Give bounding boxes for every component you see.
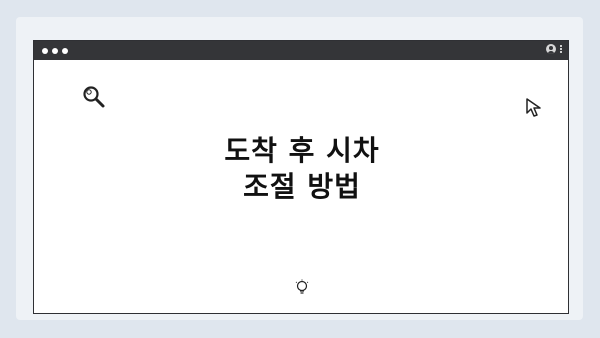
cursor-icon bbox=[526, 98, 541, 117]
page-title-line-2: 조절 방법 bbox=[243, 170, 361, 203]
search-icon bbox=[83, 86, 105, 108]
page-title: 도착 후 시차 조절 방법 bbox=[34, 133, 570, 205]
lightbulb-icon bbox=[295, 279, 309, 294]
page-title-line-1: 도착 후 시차 bbox=[224, 134, 380, 167]
avatar-icon[interactable] bbox=[546, 44, 556, 54]
window-controls bbox=[42, 47, 68, 54]
window-control-dot[interactable] bbox=[42, 47, 48, 54]
titlebar-actions bbox=[546, 44, 562, 54]
window-control-dot[interactable] bbox=[62, 47, 68, 54]
window-control-dot[interactable] bbox=[52, 47, 58, 54]
kebab-menu-icon[interactable] bbox=[560, 45, 562, 53]
browser-window: 도착 후 시차 조절 방법 bbox=[33, 40, 569, 314]
window-titlebar bbox=[34, 41, 568, 60]
